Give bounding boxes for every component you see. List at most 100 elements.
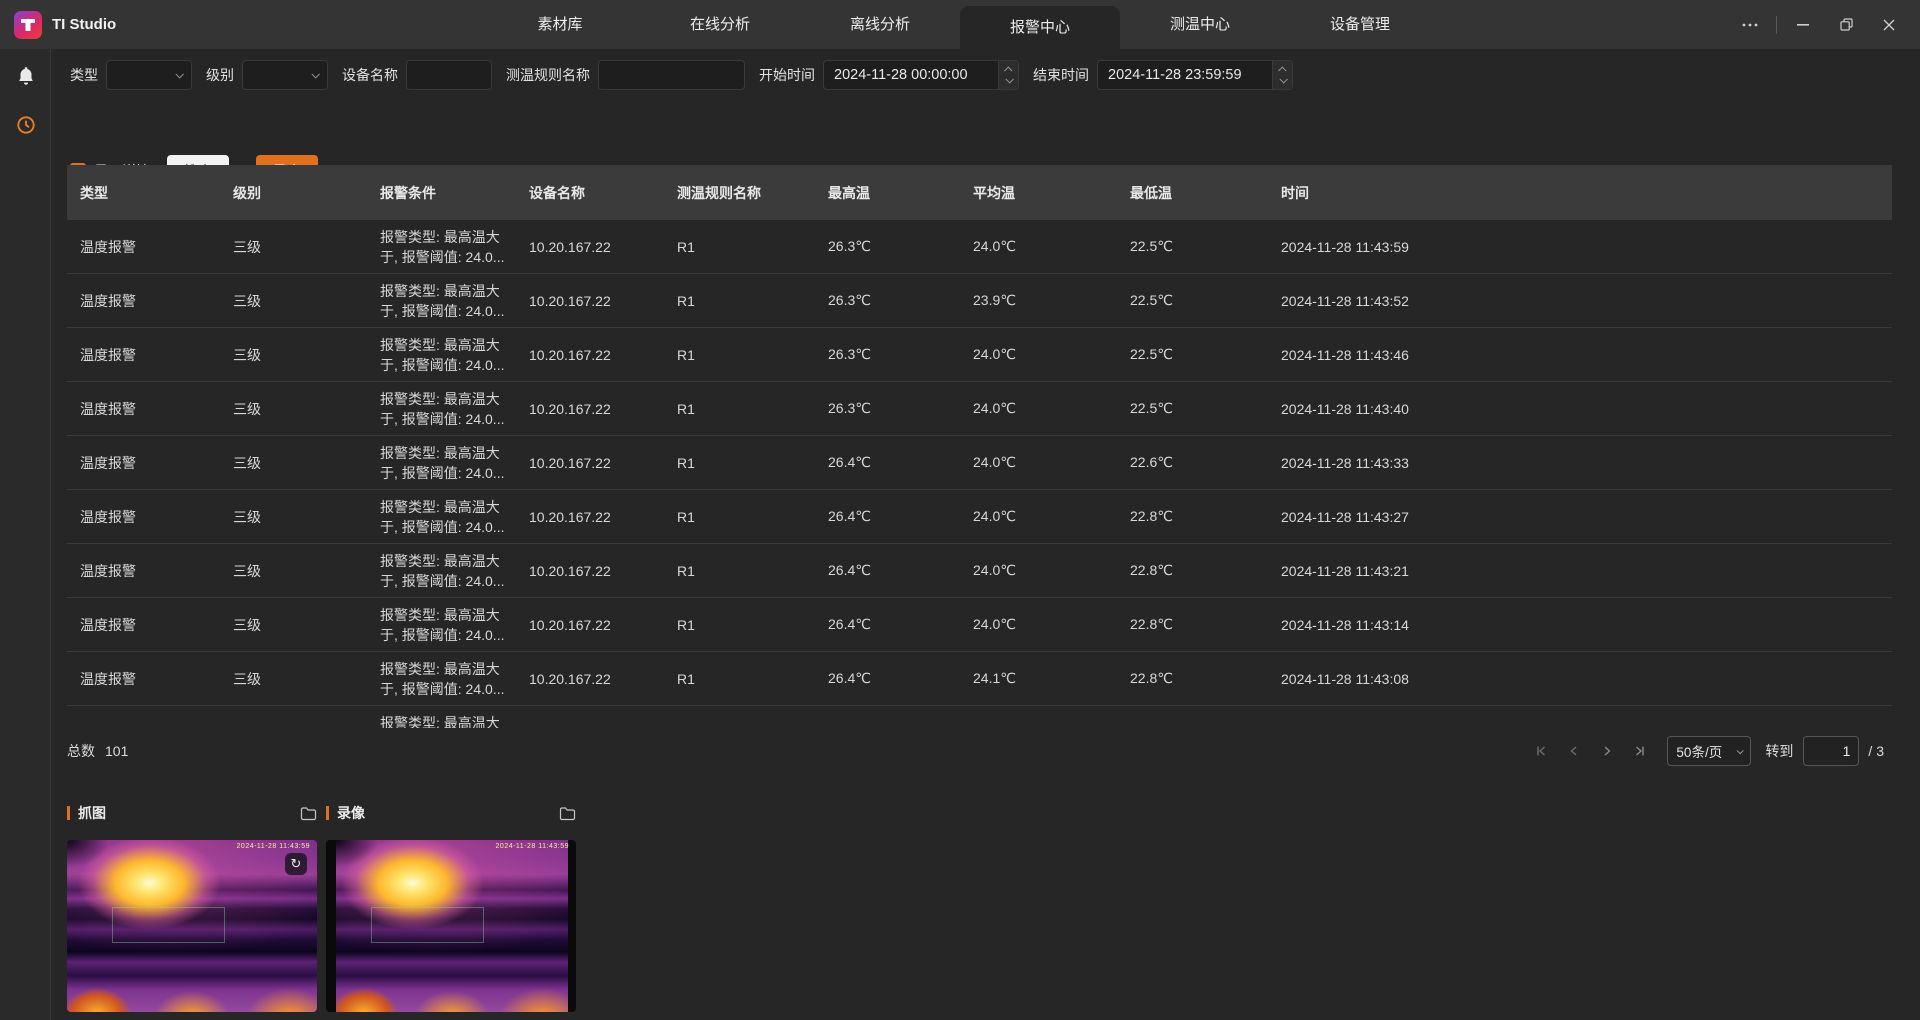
capture-thumbnail[interactable]: 2024-11-28 11:43:59 ↻ — [67, 840, 317, 1012]
maximize-icon[interactable] — [1831, 10, 1861, 40]
nav-tab[interactable]: 测温中心 — [1120, 0, 1280, 49]
nav-tab[interactable]: 报警中心 — [960, 6, 1120, 49]
table-header-row: 类型级别报警条件设备名称测温规则名称最高温平均温最低温时间 — [67, 165, 1892, 220]
table-row[interactable]: 温度报警 三级 报警类型: 最高温大于, 报警阈值: 24.0... 10.20… — [67, 598, 1892, 652]
cell-time: 2024-11-28 11:43:52 — [1268, 293, 1892, 309]
table-row[interactable]: 温度报警 三级 报警类型: 最高温大于, 报警阈值: 24.0... 10.20… — [67, 652, 1892, 706]
level-select[interactable] — [242, 60, 328, 90]
nav-tab[interactable]: 素材库 — [480, 0, 640, 49]
table-row[interactable]: 温度报警 三级 报警类型: 最高温大于, 报警阈值: 24.0... 10.20… — [67, 382, 1892, 436]
cell-level: 三级 — [220, 615, 367, 635]
cell-min-temp: 22.5℃ — [1117, 238, 1268, 255]
prev-page-icon[interactable] — [1561, 738, 1587, 764]
cell-avg-temp: 23.9℃ — [960, 292, 1117, 309]
close-icon[interactable] — [1874, 10, 1904, 40]
level-label: 级别 — [206, 65, 234, 85]
column-header: 级别 — [220, 183, 367, 203]
cell-avg-temp: 24.0℃ — [960, 454, 1117, 471]
page-indicator: / 3 — [1868, 743, 1884, 759]
cell-device: 10.20.167.22 — [516, 347, 664, 363]
cell-condition: 报警类型: 最高温大于, 报警阈值: 24.0... — [367, 713, 516, 729]
first-page-icon[interactable] — [1528, 738, 1554, 764]
chevron-down-icon — [1737, 747, 1744, 754]
cell-type: 温度报警 — [67, 669, 220, 689]
cell-level: 三级 — [220, 453, 367, 473]
cell-rule: R1 — [664, 455, 815, 471]
start-time-input[interactable]: 2024-11-28 00:00:00 — [823, 60, 1019, 90]
cell-device: 10.20.167.22 — [516, 239, 664, 255]
filter-bar: 类型 级别 设备名称 测温规则名称 开始时间 2024-11-28 00:00:… — [70, 60, 1307, 90]
divider — [1776, 16, 1777, 34]
page-size-value: 50条/页 — [1676, 741, 1722, 761]
cell-condition: 报警类型: 最高温大于, 报警阈值: 24.0... — [367, 389, 516, 429]
last-page-icon[interactable] — [1627, 738, 1653, 764]
table-row[interactable]: 温度报警 三级 报警类型: 最高温大于, 报警阈值: 24.0... 10.20… — [67, 490, 1892, 544]
start-time-stepper[interactable] — [998, 61, 1018, 89]
table-row[interactable]: 温度报警 三级 报警类型: 最高温大于, 报警阈值: 24.0... 10.20… — [67, 274, 1892, 328]
alarm-center-page: 类型 级别 设备名称 测温规则名称 开始时间 2024-11-28 00:00:… — [51, 49, 1920, 1020]
end-time-label: 结束时间 — [1033, 65, 1089, 85]
column-header: 最高温 — [815, 183, 960, 203]
folder-icon[interactable] — [300, 806, 317, 821]
table-row[interactable]: 温度报警 三级 报警类型: 最高温大于, 报警阈值: 24.0... 10.20… — [67, 436, 1892, 490]
cell-max-temp: 26.4℃ — [815, 454, 960, 471]
goto-page-input[interactable] — [1803, 736, 1859, 766]
cell-level: 三级 — [220, 345, 367, 365]
alarm-icon[interactable] — [0, 57, 51, 97]
column-header: 最低温 — [1117, 183, 1268, 203]
table-row[interactable]: 温度报警 三级 报警类型: 最高温大于, 报警阈值: 24.0... 10.20… — [67, 544, 1892, 598]
rule-name-input[interactable] — [598, 60, 745, 90]
cell-type: 温度报警 — [67, 237, 220, 257]
total-label: 总数 — [67, 741, 95, 761]
end-time-input[interactable]: 2024-11-28 23:59:59 — [1097, 60, 1293, 90]
cell-min-temp: 22.8℃ — [1117, 616, 1268, 633]
app-logo-icon — [14, 11, 42, 39]
media-gallery: 抓图 2024-11-28 11:43:59 ↻ 录像 — [67, 803, 585, 1012]
column-header: 测温规则名称 — [664, 183, 815, 203]
cell-max-temp: 26.4℃ — [815, 562, 960, 579]
minimize-icon[interactable] — [1788, 10, 1818, 40]
cell-device: 10.20.167.22 — [516, 617, 664, 633]
accent-bar — [326, 806, 329, 820]
record-thumbnail[interactable]: 2024-11-28 11:43:59 — [326, 840, 576, 1012]
cell-avg-temp: 24.0℃ — [960, 508, 1117, 525]
cell-min-temp: 22.5℃ — [1117, 400, 1268, 417]
cell-time: 2024-11-28 11:43:59 — [1268, 239, 1892, 255]
device-name-input[interactable] — [406, 60, 492, 90]
type-select[interactable] — [106, 60, 192, 90]
cell-avg-temp: 24.0℃ — [960, 616, 1117, 633]
cell-min-temp: 22.8℃ — [1117, 508, 1268, 525]
chevron-up-icon — [1004, 66, 1012, 74]
chevron-down-icon — [311, 70, 319, 78]
cell-avg-temp: 24.0℃ — [960, 562, 1117, 579]
folder-icon[interactable] — [559, 806, 576, 821]
cell-rule: R1 — [664, 671, 815, 687]
cell-type: 温度报警 — [67, 507, 220, 527]
cell-max-temp: 26.3℃ — [815, 292, 960, 309]
table-row[interactable]: 温度报警 三级 报警类型: 最高温大于, 报警阈值: 24.0... 10.20… — [67, 328, 1892, 382]
record-section: 录像 2024-11-28 11:43:59 — [326, 803, 576, 1012]
rule-name-label: 测温规则名称 — [506, 65, 590, 85]
table-row[interactable]: 报警类型: 最高温大于, 报警阈值: 24.0... — [67, 706, 1892, 728]
rotate-icon[interactable]: ↻ — [285, 853, 307, 875]
nav-tab[interactable]: 离线分析 — [800, 0, 960, 49]
cell-max-temp: 26.3℃ — [815, 400, 960, 417]
end-time-stepper[interactable] — [1272, 61, 1292, 89]
more-icon[interactable] — [1735, 10, 1765, 40]
cell-device: 10.20.167.22 — [516, 293, 664, 309]
cell-max-temp: 26.3℃ — [815, 238, 960, 255]
page-size-select[interactable]: 50条/页 — [1667, 736, 1751, 766]
history-clock-icon[interactable] — [0, 105, 51, 145]
table-row[interactable]: 温度报警 三级 报警类型: 最高温大于, 报警阈值: 24.0... 10.20… — [67, 220, 1892, 274]
nav-tab[interactable]: 设备管理 — [1280, 0, 1440, 49]
nav-tab[interactable]: 在线分析 — [640, 0, 800, 49]
cell-level: 三级 — [220, 507, 367, 527]
record-title: 录像 — [337, 803, 365, 823]
cell-condition: 报警类型: 最高温大于, 报警阈值: 24.0... — [367, 659, 516, 699]
type-label: 类型 — [70, 65, 98, 85]
roi-box — [112, 907, 225, 943]
cell-rule: R1 — [664, 509, 815, 525]
roi-box — [371, 907, 484, 943]
cell-max-temp: 26.4℃ — [815, 616, 960, 633]
next-page-icon[interactable] — [1594, 738, 1620, 764]
